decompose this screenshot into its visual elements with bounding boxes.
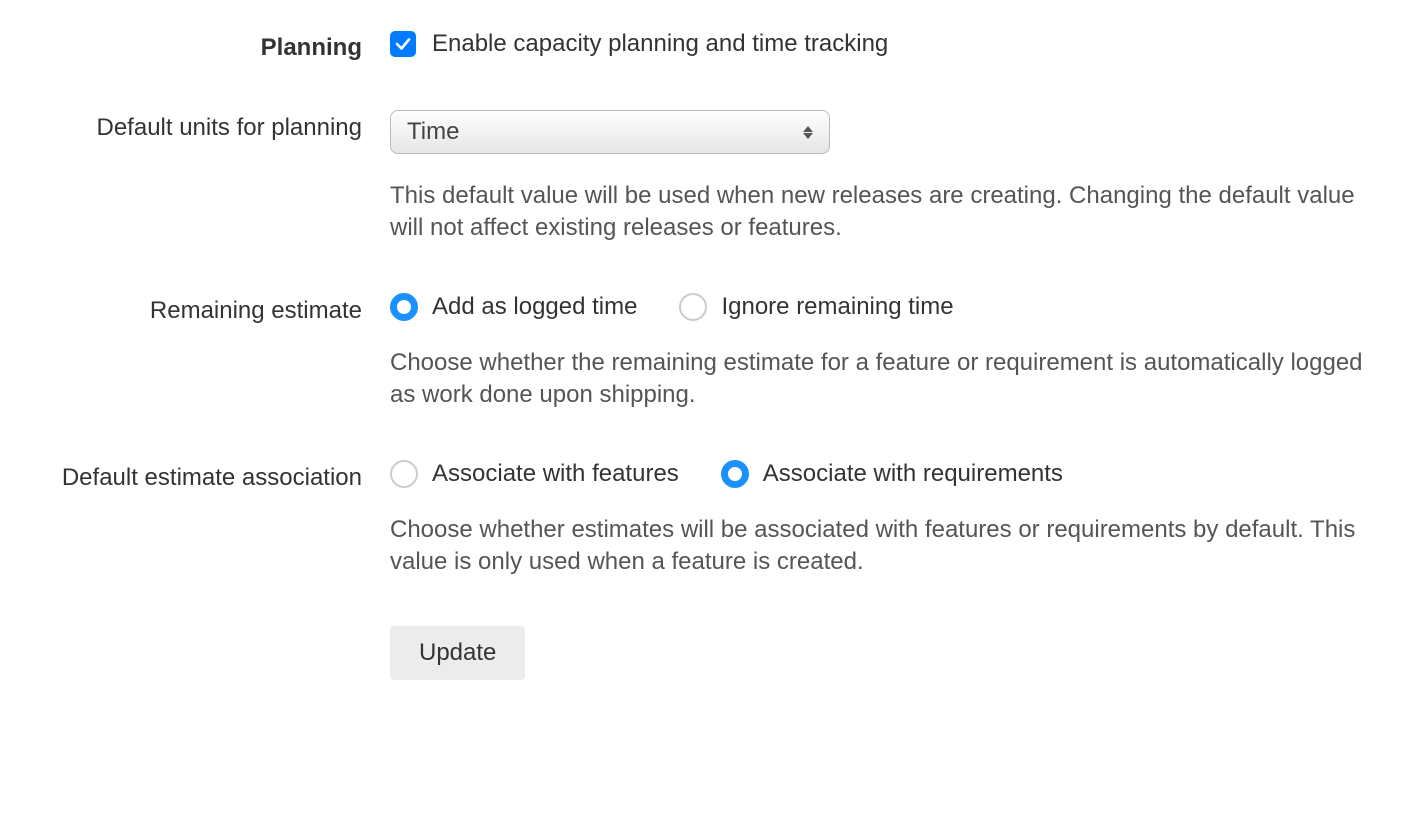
row-default-units: Default units for planning Time This def…: [20, 110, 1382, 245]
control-default-estimate-association: Associate with features Associate with r…: [390, 460, 1382, 579]
remaining-estimate-radio-group: Add as logged time Ignore remaining time: [390, 293, 1382, 321]
radio-logged-label: Add as logged time: [432, 293, 637, 321]
default-units-select[interactable]: Time: [390, 110, 830, 154]
row-update: Update: [20, 626, 1382, 680]
label-remaining-estimate: Remaining estimate: [20, 293, 390, 325]
settings-form: Planning Enable capacity planning and ti…: [20, 30, 1382, 680]
row-default-estimate-association: Default estimate association Associate w…: [20, 460, 1382, 579]
default-units-selected: Time: [407, 118, 459, 146]
default-estimate-association-radio-group: Associate with features Associate with r…: [390, 460, 1382, 488]
radio-features[interactable]: [390, 460, 418, 488]
chevron-updown-icon: [803, 126, 813, 139]
planning-checkbox-wrap[interactable]: Enable capacity planning and time tracki…: [390, 30, 1382, 58]
control-update: Update: [390, 626, 1382, 680]
remaining-estimate-help: Choose whether the remaining estimate fo…: [390, 347, 1382, 412]
control-planning: Enable capacity planning and time tracki…: [390, 30, 1382, 58]
default-units-help: This default value will be used when new…: [390, 180, 1382, 245]
update-button[interactable]: Update: [390, 626, 525, 680]
row-planning: Planning Enable capacity planning and ti…: [20, 30, 1382, 62]
remaining-estimate-option-logged[interactable]: Add as logged time: [390, 293, 637, 321]
planning-checkbox-label: Enable capacity planning and time tracki…: [432, 30, 888, 58]
radio-ignore-label: Ignore remaining time: [721, 293, 953, 321]
radio-features-label: Associate with features: [432, 460, 679, 488]
control-remaining-estimate: Add as logged time Ignore remaining time…: [390, 293, 1382, 412]
label-default-estimate-association: Default estimate association: [20, 460, 390, 492]
radio-requirements[interactable]: [721, 460, 749, 488]
planning-checkbox[interactable]: [390, 31, 416, 57]
radio-requirements-label: Associate with requirements: [763, 460, 1063, 488]
estimate-association-option-features[interactable]: Associate with features: [390, 460, 679, 488]
check-icon: [394, 35, 412, 53]
radio-ignore[interactable]: [679, 293, 707, 321]
radio-logged[interactable]: [390, 293, 418, 321]
control-default-units: Time This default value will be used whe…: [390, 110, 1382, 245]
label-default-units: Default units for planning: [20, 110, 390, 142]
row-remaining-estimate: Remaining estimate Add as logged time Ig…: [20, 293, 1382, 412]
estimate-association-option-requirements[interactable]: Associate with requirements: [721, 460, 1063, 488]
default-estimate-association-help: Choose whether estimates will be associa…: [390, 514, 1382, 579]
remaining-estimate-option-ignore[interactable]: Ignore remaining time: [679, 293, 953, 321]
label-planning: Planning: [20, 30, 390, 62]
label-update-spacer: [20, 626, 390, 630]
